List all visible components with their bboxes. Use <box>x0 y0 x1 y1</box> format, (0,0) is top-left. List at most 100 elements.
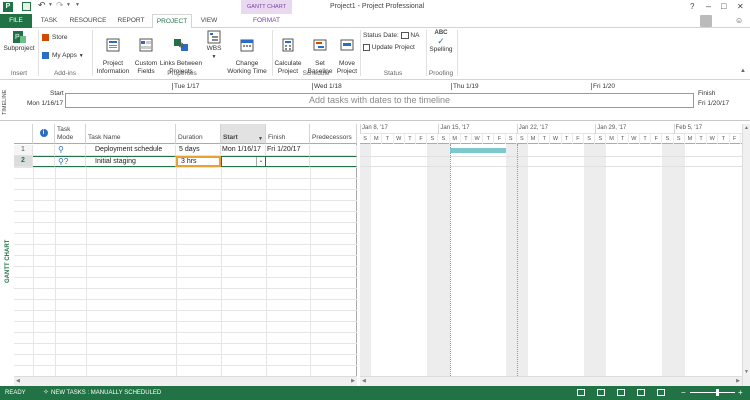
tab-task[interactable]: TASK <box>36 14 62 28</box>
finish-cell[interactable] <box>266 156 310 167</box>
task-name-cell[interactable]: Initial staging <box>86 156 176 167</box>
manual-task-pin-icon: ⚲? <box>58 157 69 166</box>
restore-button[interactable]: □ <box>721 1 726 11</box>
insert-group-label: Insert <box>10 70 28 77</box>
tab-project[interactable]: PROJECT <box>152 14 192 29</box>
column-header-info[interactable]: i <box>33 124 55 144</box>
tab-file[interactable]: FILE <box>0 14 32 28</box>
tab-report[interactable]: REPORT <box>114 14 148 28</box>
close-button[interactable]: ✕ <box>737 2 744 11</box>
update-project-label: Update Project <box>371 44 415 52</box>
calculator-icon <box>282 38 294 51</box>
gantt-chart: Jan 8, '17 Jan 15, '17 Jan 22, '17 Jan 29, … <box>360 124 750 386</box>
nonworking-day-shading <box>673 144 685 376</box>
day-label: T <box>640 134 652 144</box>
minimize-button[interactable]: – <box>706 1 711 11</box>
subproject-button[interactable]: P Subproject <box>2 30 36 53</box>
day-label: T <box>562 134 573 144</box>
start-cell[interactable]: Mon 1/16/17 <box>221 145 266 156</box>
task-usage-view-icon[interactable] <box>597 389 605 396</box>
user-avatar[interactable] <box>700 15 712 27</box>
change-working-time-button[interactable]: Change Working Time <box>224 30 270 75</box>
my-apps-button[interactable]: My Apps ▼ <box>42 52 84 61</box>
column-header-mode[interactable]: Task Mode <box>55 124 86 144</box>
week-row: Jan 8, '17 Jan 15, '17 Jan 22, '17 Jan 29, … <box>360 124 742 134</box>
wbs-label: WBS <box>206 45 222 52</box>
save-icon[interactable] <box>22 2 31 11</box>
select-all-corner[interactable] <box>14 124 33 144</box>
status-date-button[interactable]: Status Date: NA <box>363 32 419 40</box>
column-header-start[interactable]: Start ▼ <box>221 124 266 144</box>
addins-group-label: Add-ins <box>53 70 77 77</box>
emoji-feedback-icon[interactable]: ☺ <box>735 16 743 25</box>
week-divider <box>360 124 361 134</box>
set-baseline-button[interactable]: Set Baseline <box>304 30 336 75</box>
help-button[interactable]: ? <box>690 2 694 11</box>
grid-column-line <box>33 167 34 376</box>
row-number[interactable]: 2 <box>14 156 33 167</box>
grid-column-line <box>310 167 311 376</box>
wbs-button[interactable]: WBS ▼ <box>204 30 224 61</box>
collapse-ribbon-icon[interactable]: ▲ <box>740 68 746 74</box>
resource-sheet-view-icon[interactable] <box>637 389 645 396</box>
start-dropdown-button[interactable]: ⌄ <box>256 157 265 166</box>
report-view-icon[interactable] <box>657 389 665 396</box>
custom-fields-button[interactable]: Custom Fields <box>132 30 160 75</box>
task-mode-cell[interactable]: ⚲? <box>55 156 86 167</box>
gantt-horizontal-scrollbar[interactable]: ◀ ▶ <box>360 376 750 386</box>
links-between-projects-button[interactable]: Links Between Projects <box>159 30 203 75</box>
zoom-in-icon[interactable]: + <box>738 386 743 400</box>
task-mode-cell[interactable]: ⚲ <box>55 145 86 156</box>
gantt-body[interactable] <box>360 144 742 376</box>
update-project-button[interactable]: Update Project <box>363 44 415 52</box>
empty-grid-area[interactable] <box>14 167 357 376</box>
grid-horizontal-scrollbar[interactable]: ◀ ▶ <box>14 376 357 386</box>
customize-qat-icon[interactable]: ▼ <box>75 2 80 8</box>
day-label: T <box>382 134 394 144</box>
vertical-scrollbar[interactable]: ▲ ▼ <box>742 124 750 386</box>
undo-icon[interactable]: ↶ <box>38 0 46 11</box>
day-label: S <box>360 134 372 144</box>
group-divider <box>92 30 93 76</box>
zoom-slider-thumb[interactable] <box>716 389 719 396</box>
column-header-predecessors[interactable]: Predecessors <box>310 124 357 144</box>
day-label: M <box>606 134 618 144</box>
row-number[interactable]: 1 <box>14 145 33 156</box>
team-planner-view-icon[interactable] <box>617 389 625 396</box>
zoom-slider[interactable] <box>690 389 735 396</box>
column-header-name[interactable]: Task Name <box>86 124 176 144</box>
scroll-down-icon: ▼ <box>744 369 749 375</box>
zoom-out-icon[interactable]: − <box>681 386 686 400</box>
day-label: T <box>539 134 551 144</box>
tab-view[interactable]: VIEW <box>196 14 222 28</box>
tab-format[interactable]: FORMAT <box>241 14 292 28</box>
predecessors-cell[interactable] <box>310 145 357 156</box>
calculate-project-button[interactable]: Calculate Project <box>273 30 303 75</box>
info-cell[interactable] <box>33 156 55 167</box>
info-cell[interactable] <box>33 145 55 156</box>
status-bar: READY ✧ NEW TASKS : MANUALLY SCHEDULED −… <box>0 386 750 400</box>
properties-group-label: Properties <box>167 70 197 77</box>
redo-icon[interactable]: ↷ <box>56 0 64 11</box>
duration-cell[interactable]: 3 hrs <box>176 156 221 167</box>
gantt-view-icon[interactable] <box>577 389 585 396</box>
move-project-button[interactable]: Move Project <box>335 30 359 75</box>
pin-icon: ⚲ <box>58 145 64 154</box>
finish-cell[interactable]: Fri 1/20/17 <box>266 145 310 156</box>
task-bar[interactable] <box>449 148 506 153</box>
column-header-finish[interactable]: Finish <box>266 124 310 144</box>
store-button[interactable]: Store <box>42 34 68 42</box>
task-name-cell[interactable]: Deployment schedule <box>86 145 176 156</box>
tab-resource[interactable]: RESOURCE <box>66 14 110 28</box>
duration-cell[interactable]: 5 days <box>176 145 221 156</box>
column-header-duration[interactable]: Duration <box>176 124 221 144</box>
undo-dropdown-icon[interactable]: ▼ <box>48 2 53 8</box>
project-information-button[interactable]: Project Information <box>94 30 132 75</box>
predecessors-cell[interactable] <box>310 156 357 167</box>
app-icon[interactable]: P <box>3 2 13 12</box>
timeline-bar[interactable]: Add tasks with dates to the timeline <box>65 93 694 108</box>
new-tasks-mode[interactable]: NEW TASKS : MANUALLY SCHEDULED <box>51 386 161 400</box>
redo-dropdown-icon[interactable]: ▼ <box>66 2 71 8</box>
spelling-button[interactable]: ABC ✓ Spelling <box>428 30 454 54</box>
week-label: Jan 15, '17 <box>440 125 470 131</box>
